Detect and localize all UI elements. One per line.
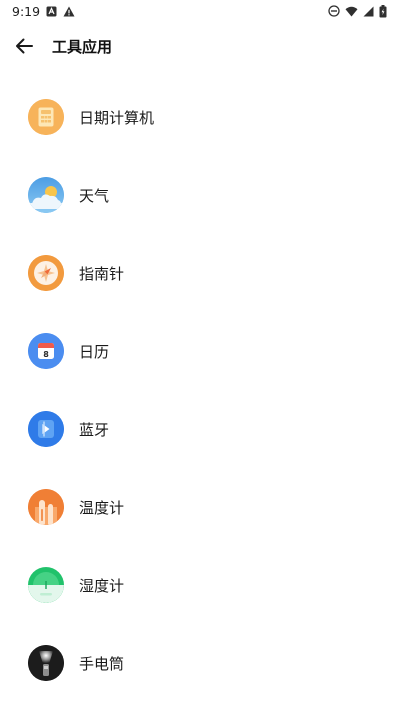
status-bar: 9:19 (0, 0, 400, 22)
list-item-label: 日历 (79, 342, 110, 361)
notification-a-icon (46, 6, 57, 17)
thermometer-icon (28, 489, 64, 525)
list-item-label: 温度计 (79, 498, 125, 517)
list-item-label: 湿度计 (79, 576, 125, 595)
back-button[interactable] (0, 22, 48, 70)
list-item-label: 日期计算机 (79, 108, 155, 127)
date-calculator-icon (28, 99, 64, 135)
do-not-disturb-icon (328, 5, 340, 17)
tool-list: 日期计算机 天气 指南针 8 日历 蓝牙 温度计 湿度计 手电筒 (0, 78, 400, 702)
list-item-compass[interactable]: 指南针 (0, 234, 400, 312)
app-bar: 工具应用 (0, 22, 400, 70)
list-item-calendar[interactable]: 8 日历 (0, 312, 400, 390)
list-item-label: 蓝牙 (79, 420, 110, 439)
list-item-bluetooth[interactable]: 蓝牙 (0, 390, 400, 468)
calendar-date-text: 8 (43, 350, 49, 359)
bluetooth-icon (28, 411, 64, 447)
list-item-date-calculator[interactable]: 日期计算机 (0, 78, 400, 156)
list-item-thermometer[interactable]: 温度计 (0, 468, 400, 546)
calendar-icon: 8 (28, 333, 64, 369)
list-item-label: 天气 (79, 186, 110, 205)
list-item-hygrometer[interactable]: 湿度计 (0, 546, 400, 624)
wifi-icon (345, 6, 358, 17)
list-item-flashlight[interactable]: 手电筒 (0, 624, 400, 702)
flashlight-icon (28, 645, 64, 681)
page-title: 工具应用 (52, 37, 113, 56)
list-item-label: 指南针 (79, 264, 125, 283)
compass-icon (28, 255, 64, 291)
status-right (328, 4, 387, 18)
arrow-back-icon (15, 38, 33, 54)
list-item-label: 手电筒 (79, 654, 125, 673)
status-left: 9:19 (12, 4, 75, 19)
signal-icon (363, 6, 374, 17)
battery-icon (379, 4, 387, 18)
list-item-weather[interactable]: 天气 (0, 156, 400, 234)
status-time: 9:19 (12, 3, 41, 19)
hygrometer-icon (28, 567, 64, 603)
weather-icon (28, 177, 64, 213)
warning-icon (63, 6, 75, 17)
